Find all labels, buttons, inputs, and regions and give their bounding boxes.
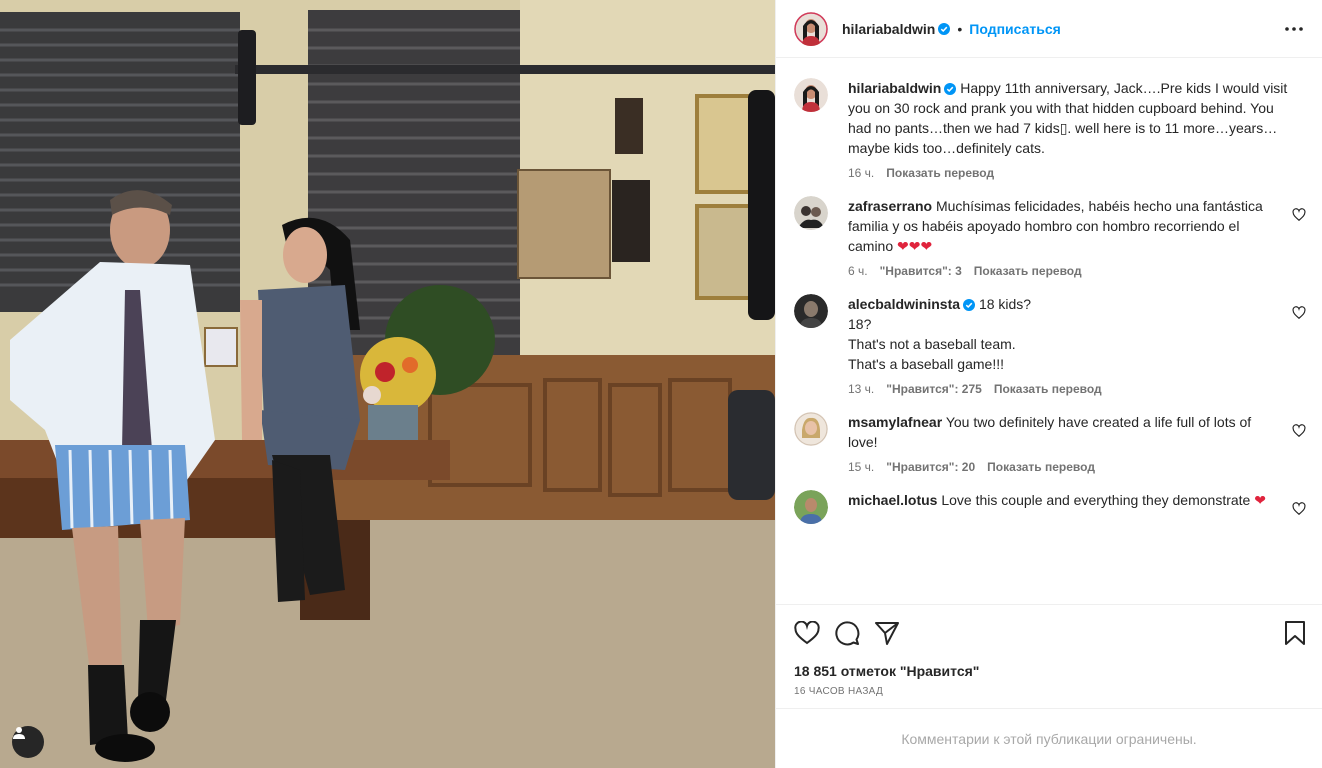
post-actions xyxy=(776,604,1322,660)
comments-list[interactable]: hilariabaldwin Happy 11th anniversary, J… xyxy=(776,58,1322,604)
comment-text: Love this couple and everything they dem… xyxy=(941,492,1251,508)
post-side-panel: hilariabaldwin • Подписаться hilariabald… xyxy=(775,0,1322,768)
more-dots-icon xyxy=(1285,26,1303,31)
comment-time[interactable]: 13 ч. xyxy=(848,382,874,396)
comments-restricted-notice: Комментарии к этой публикации ограничены… xyxy=(776,708,1322,768)
post-caption: hilariabaldwin Happy 11th anniversary, J… xyxy=(794,78,1306,180)
comment-text-line: That's not a baseball team. xyxy=(848,336,1016,352)
caption-username[interactable]: hilariabaldwin xyxy=(848,80,941,96)
comment-translate-button[interactable]: Показать перевод xyxy=(987,460,1095,474)
likes-count[interactable]: 18 851 отметок "Нравится" xyxy=(776,660,1322,682)
comment-username[interactable]: msamylafnear xyxy=(848,414,942,430)
separator-dot: • xyxy=(957,20,963,37)
comment-time[interactable]: 6 ч. xyxy=(848,264,868,278)
post-header: hilariabaldwin • Подписаться xyxy=(776,0,1322,58)
like-button[interactable] xyxy=(794,613,834,653)
avatar-image xyxy=(794,490,828,524)
heart-emoji: ❤ xyxy=(1254,492,1266,508)
heart-emoji: ❤❤❤ xyxy=(897,238,933,254)
comment-likes[interactable]: "Нравится": 3 xyxy=(880,264,962,278)
like-comment-heart-icon[interactable] xyxy=(1292,306,1306,320)
avatar-image xyxy=(794,78,828,112)
comment-button[interactable] xyxy=(834,613,874,653)
caption-translate-button[interactable]: Показать перевод xyxy=(886,166,994,180)
caption-avatar[interactable] xyxy=(794,78,828,112)
post-timestamp[interactable]: 16 ЧАСОВ НАЗАД xyxy=(776,682,1322,702)
comment-text: 18 kids? xyxy=(978,296,1032,312)
bookmark-icon xyxy=(1285,620,1305,645)
follow-button[interactable]: Подписаться xyxy=(969,21,1061,37)
paper-plane-icon xyxy=(875,621,899,645)
comment-likes[interactable]: "Нравится": 20 xyxy=(886,460,975,474)
share-button[interactable] xyxy=(874,613,914,653)
comment-avatar[interactable] xyxy=(794,412,828,446)
caption-time[interactable]: 16 ч. xyxy=(848,166,874,180)
comment-item: michael.lotus Love this couple and every… xyxy=(794,490,1306,524)
comment-avatar[interactable] xyxy=(794,196,828,230)
comment-bubble-icon xyxy=(835,620,860,645)
author-username[interactable]: hilariabaldwin xyxy=(842,21,935,37)
user-icon xyxy=(13,727,25,739)
avatar-image xyxy=(794,196,828,230)
verified-badge-icon xyxy=(963,299,976,311)
comment-item: msamylafnear You two definitely have cre… xyxy=(794,412,1306,474)
tagged-users-button[interactable] xyxy=(12,726,44,758)
comment-text-line: 18? xyxy=(848,316,872,332)
comment-translate-button[interactable]: Показать перевод xyxy=(974,264,1082,278)
author-avatar[interactable] xyxy=(794,11,828,46)
verified-badge-icon xyxy=(938,22,951,35)
comment-avatar[interactable] xyxy=(794,294,828,328)
comment-username[interactable]: alecbaldwininsta xyxy=(848,296,960,312)
comment-time[interactable]: 15 ч. xyxy=(848,460,874,474)
avatar-image xyxy=(794,11,828,46)
like-comment-heart-icon[interactable] xyxy=(1292,208,1306,222)
comment-translate-button[interactable]: Показать перевод xyxy=(994,382,1102,396)
comment-username[interactable]: michael.lotus xyxy=(848,492,937,508)
more-options-button[interactable] xyxy=(1282,17,1306,41)
comment-username[interactable]: zafraserrano xyxy=(848,198,932,214)
verified-badge-icon xyxy=(944,83,957,95)
save-button[interactable] xyxy=(1266,613,1306,653)
avatar-image xyxy=(794,412,828,446)
like-comment-heart-icon[interactable] xyxy=(1292,424,1306,438)
heart-icon xyxy=(794,620,820,644)
comment-item: zafraserrano Muchísimas felicidades, hab… xyxy=(794,196,1306,278)
post-modal: hilariabaldwin • Подписаться hilariabald… xyxy=(0,0,1322,768)
comment-likes[interactable]: "Нравится": 275 xyxy=(886,382,982,396)
comment-avatar[interactable] xyxy=(794,490,828,524)
post-photo[interactable] xyxy=(0,0,775,768)
photo-illustration xyxy=(0,0,775,768)
comment-text-line: That's a baseball game!!! xyxy=(848,356,1004,372)
avatar-image xyxy=(794,294,828,328)
like-comment-heart-icon[interactable] xyxy=(1292,502,1306,516)
comment-item: alecbaldwininsta 18 kids? 18? That's not… xyxy=(794,294,1306,396)
